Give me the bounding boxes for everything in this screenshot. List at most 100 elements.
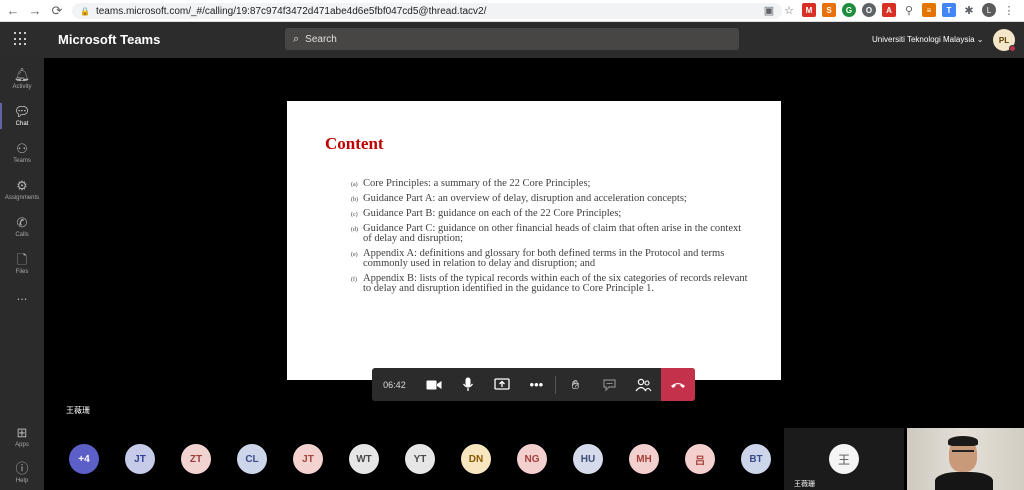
slide-content-list: (a) Core Principles: a summary of the 22 … (351, 178, 751, 299)
address-bar[interactable]: 🔒 teams.microsoft.com/_#/calling/19:87c9… (72, 3, 782, 19)
participant-avatar[interactable]: MH (629, 444, 659, 474)
raise-hand-icon[interactable]: ✋︎ (558, 368, 592, 401)
rail-label: Files (15, 269, 29, 275)
list-marker: (f) (351, 277, 357, 283)
back-icon[interactable]: ← (4, 2, 22, 20)
extensions-area: ▣ ☆ M S G O A ⚲ ≡ T ✱ L ⋮ (762, 3, 1016, 17)
browser-toolbar: ← → ⟳ 🔒 teams.microsoft.com/_#/calling/1… (0, 0, 1024, 22)
puzzle-icon[interactable]: ✱ (962, 3, 976, 17)
user-avatar[interactable]: PL (993, 29, 1016, 52)
slide-title: Content (325, 134, 384, 153)
org-name-label: Universiti Teknologi Malaysia (872, 35, 975, 44)
extension-icon[interactable]: ≡ (922, 3, 936, 17)
self-avatar: 王 (829, 444, 859, 474)
rail-label: Chat (15, 121, 29, 127)
extension-icon[interactable]: S (822, 3, 836, 17)
call-controls: 06:42 ••• ✋︎ (372, 368, 695, 401)
rail-item-teams[interactable]: ⚇ Teams (0, 136, 44, 170)
rail-item-more[interactable]: ... (0, 280, 44, 314)
list-marker: (d) (351, 227, 358, 233)
rail-label: Help (15, 478, 29, 484)
file-icon: 🗋 (16, 252, 28, 267)
participant-avatar[interactable]: NG (517, 444, 547, 474)
participant-avatar[interactable]: JT (293, 444, 323, 474)
gmail-extension-icon[interactable]: M (802, 3, 816, 17)
translate-extension-icon[interactable]: T (942, 3, 956, 17)
assignments-icon: ⚙ (16, 178, 28, 193)
camera-icon[interactable]: ▣ (762, 3, 776, 17)
rail-item-files[interactable]: 🗋 Files (0, 247, 44, 281)
self-tile[interactable]: 王 王薇珊 (784, 428, 904, 490)
video-person-hair (948, 436, 978, 446)
rail-item-help[interactable]: ⓘ Help (0, 456, 44, 490)
search-input[interactable]: ⌕ Search (285, 28, 739, 50)
self-name: 王薇珊 (794, 481, 815, 488)
search-icon: ⌕ (293, 32, 300, 45)
left-rail: 🔔︎ Activity 💬︎ Chat ⚇ Teams ⚙ Assignment… (0, 58, 44, 490)
participants-icon[interactable] (627, 368, 661, 401)
chrome-profile-avatar[interactable]: L (982, 3, 996, 17)
org-switcher[interactable]: Universiti Teknologi Malaysia ⌄ (872, 35, 984, 44)
rail-item-calls[interactable]: ✆ Calls (0, 210, 44, 244)
list-text: Appendix A: definitions and glossary for… (363, 248, 725, 269)
rail-label: Activity (12, 84, 32, 90)
shared-slide: Content (a) Core Principles: a summary of… (287, 101, 781, 380)
participant-avatar[interactable]: WT (349, 444, 379, 474)
list-text: Guidance Part A: an overview of delay, d… (363, 193, 687, 204)
pin-extension-icon[interactable]: ⚲ (902, 3, 916, 17)
participant-avatar[interactable]: BT (741, 444, 771, 474)
teams-icon: ⚇ (16, 141, 28, 156)
app-launcher-icon[interactable] (14, 32, 28, 46)
slide-list-item: (f) Appendix B: lists of the typical reco… (351, 273, 751, 294)
chat-icon: 💬︎ (13, 104, 31, 119)
participant-avatar[interactable]: +4 (69, 444, 99, 474)
search-placeholder: Search (305, 33, 337, 45)
participant-avatar[interactable]: JT (125, 444, 155, 474)
apps-icon: ⊞ (16, 425, 28, 440)
video-person-glasses (952, 450, 974, 455)
call-timer: 06:42 (383, 379, 406, 390)
rail-label: Teams (13, 158, 31, 164)
status-dot (1009, 45, 1016, 52)
list-text: Core Principles: a summary of the 22 Cor… (363, 178, 591, 189)
camera-toggle-icon[interactable] (417, 368, 451, 401)
pdf-extension-icon[interactable]: A (882, 3, 896, 17)
list-text: Guidance Part C: guidance on other finan… (363, 223, 742, 244)
rail-item-activity[interactable]: 🔔︎ Activity (0, 62, 44, 96)
participant-avatar[interactable]: YT (405, 444, 435, 474)
participant-avatar[interactable]: HU (573, 444, 603, 474)
list-marker: (a) (351, 182, 358, 188)
presenter-name: 王薇珊 (66, 406, 90, 415)
more-actions-icon[interactable]: ••• (519, 368, 553, 401)
participant-avatar[interactable]: ZT (181, 444, 211, 474)
extension-icon[interactable]: O (862, 3, 876, 17)
hang-up-button[interactable] (660, 368, 695, 401)
participant-avatar[interactable]: CL (237, 444, 267, 474)
list-text: Guidance Part B: guidance on each of the… (363, 208, 622, 219)
extension-icon[interactable]: G (842, 3, 856, 17)
slide-list-item: (a) Core Principles: a summary of the 22 … (351, 178, 751, 189)
participant-strip: +4 JT ZT CL JT WT YT DN NG HU MH 吕 BT (44, 428, 784, 490)
rail-item-chat[interactable]: 💬︎ Chat (0, 99, 44, 133)
slide-list-item: (b) Guidance Part A: an overview of delay… (351, 193, 751, 204)
reload-icon[interactable]: ⟳ (48, 2, 66, 20)
participant-avatar[interactable]: 吕 (685, 444, 715, 474)
help-icon: ⓘ (15, 461, 29, 476)
list-marker: (e) (351, 252, 358, 258)
microphone-icon[interactable] (451, 368, 485, 401)
url-text: teams.microsoft.com/_#/calling/19:87c974… (95, 5, 487, 17)
rail-item-apps[interactable]: ⊞ Apps (0, 420, 44, 454)
slide-list-item: (c) Guidance Part B: guidance on each of … (351, 208, 751, 219)
share-screen-icon[interactable] (485, 368, 519, 401)
user-initials: PL (998, 35, 1010, 45)
participant-avatar[interactable]: DN (461, 444, 491, 474)
rail-label: Apps (15, 442, 29, 448)
forward-icon[interactable]: → (26, 2, 44, 20)
rail-item-assignments[interactable]: ⚙ Assignments (0, 173, 44, 207)
chat-toggle-icon[interactable] (593, 368, 627, 401)
star-icon[interactable]: ☆ (782, 3, 796, 17)
participant-video-tile[interactable] (907, 428, 1024, 490)
teams-header: Microsoft Teams ⌕ Search Universiti Tekn… (0, 22, 1024, 58)
bell-icon: 🔔︎ (13, 67, 31, 82)
menu-icon[interactable]: ⋮ (1002, 3, 1016, 17)
